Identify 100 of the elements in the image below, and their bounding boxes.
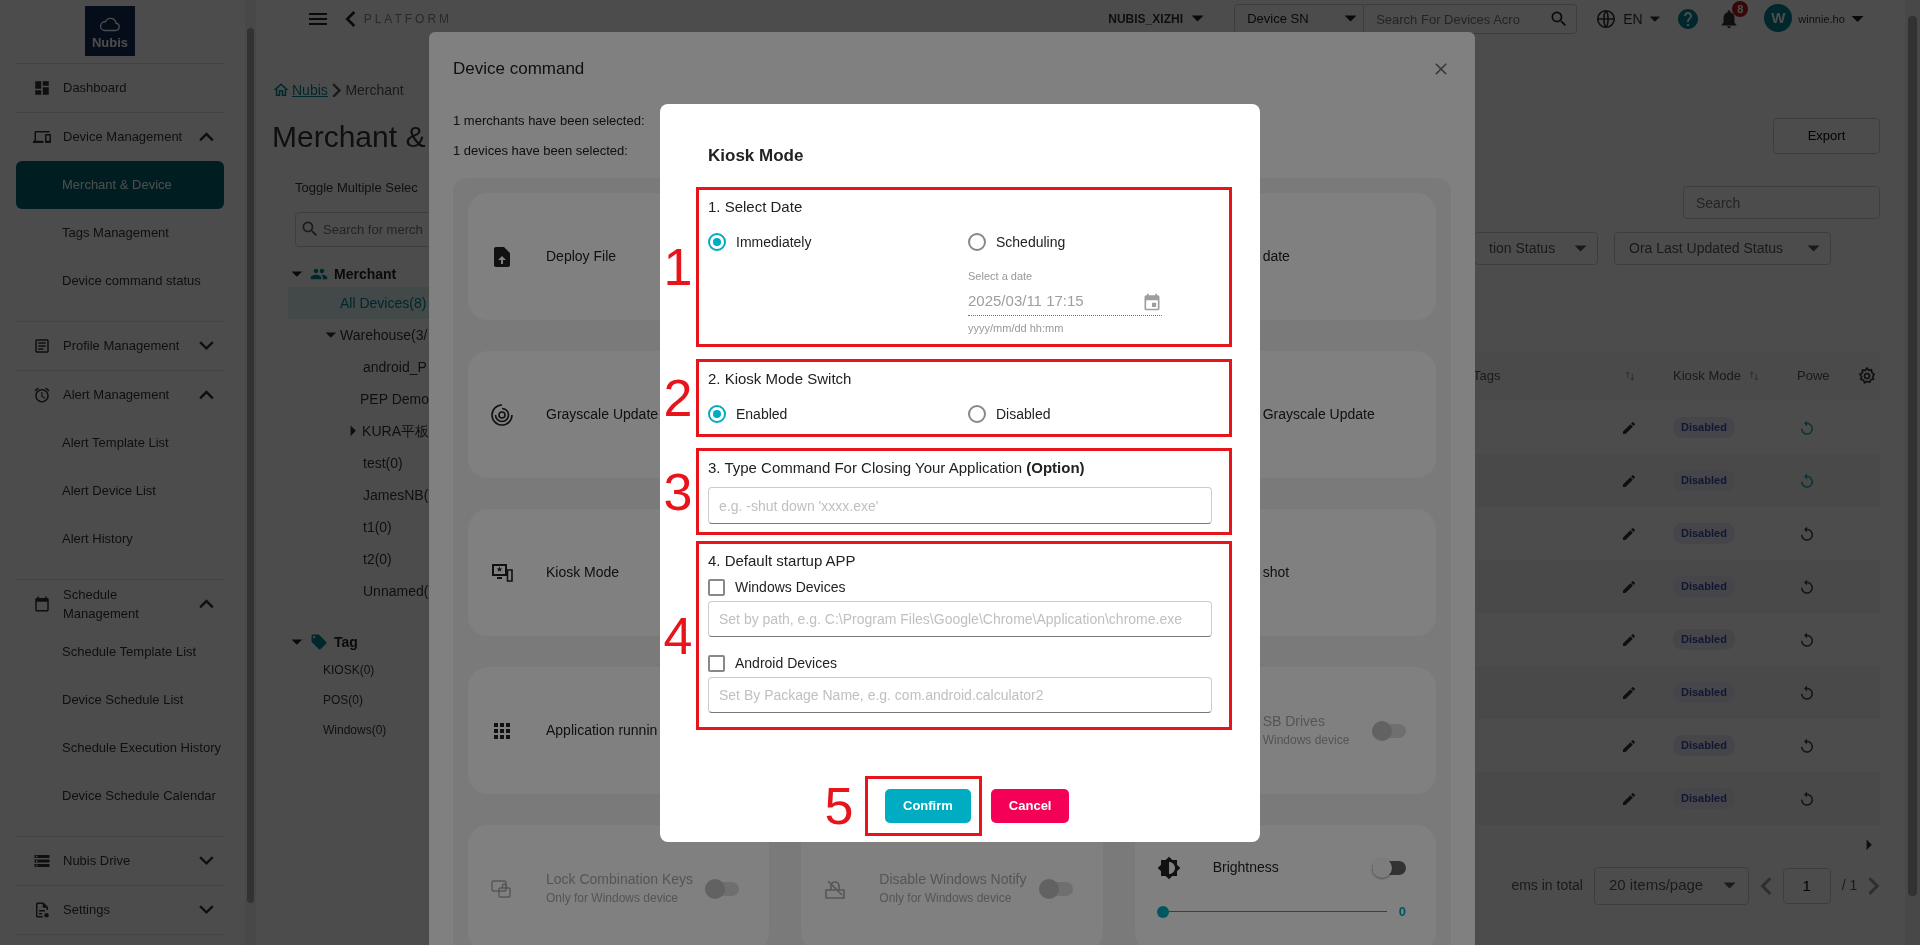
command-field[interactable]: e.g. -shut down 'xxxx.exe' [708,487,1212,524]
edit-icon[interactable] [1621,790,1637,807]
chevron-down-icon[interactable] [199,341,214,351]
tree-item[interactable]: t2(0) [288,543,429,575]
chevron-up-icon[interactable] [199,599,214,609]
tree-item[interactable]: KURA平板 [288,415,429,447]
edit-icon[interactable] [1621,684,1637,701]
home-icon [272,81,290,99]
toggle-switch[interactable] [1372,857,1406,878]
sidebar-item[interactable]: Alert Management [16,371,224,419]
tree-item[interactable]: android_P [288,351,429,383]
tree-item[interactable]: t1(0) [288,511,429,543]
sidebar-subitem[interactable]: Device Schedule List [16,676,224,724]
caret-icon [1343,15,1358,23]
organization-select[interactable]: NUBIS_XIZHI [1108,4,1205,34]
sidebar-item[interactable]: Nubis Drive [16,837,224,885]
radio-button[interactable] [968,405,986,423]
command-card[interactable]: Brightness 0 [1134,825,1436,945]
confirm-button[interactable]: Confirm [885,789,971,823]
slider-thumb[interactable] [1156,905,1169,918]
sidebar-subitem[interactable]: Merchant & Device [16,161,224,209]
refresh-icon[interactable] [1798,736,1816,755]
scrollbar[interactable] [1905,0,1920,945]
edit-icon[interactable] [1621,525,1637,542]
logo[interactable]: Nubis [85,6,135,56]
radio-button[interactable] [708,233,726,251]
calendar-icon [33,595,51,613]
chevron-right-icon [331,82,342,98]
sidebar-subitem[interactable]: Device Schedule Calendar [16,772,224,820]
refresh-icon[interactable] [1798,577,1816,596]
radio-button[interactable] [968,233,986,251]
tree-item[interactable]: All Devices(8) [288,287,429,319]
edit-icon[interactable] [1621,472,1637,489]
caret-down-icon[interactable] [291,638,303,646]
path-field[interactable]: Set By Package Name, e.g. com.android.calculator2 [708,677,1212,713]
checkbox[interactable] [708,578,725,596]
tree-item[interactable]: Warehouse(3/ [288,319,429,351]
tree-item[interactable]: Unnamed( [288,575,429,607]
caret-icon [1573,244,1587,253]
sidebar-item[interactable]: Schedule Management [16,580,224,628]
card-title: Kiosk Mode [546,562,620,582]
cancel-button[interactable]: Cancel [990,789,1070,823]
edit-icon[interactable] [1621,578,1637,595]
caret-down-icon[interactable] [325,331,337,339]
caret-icon [1806,244,1820,253]
page-input[interactable]: 1 [1782,867,1831,904]
tree-item[interactable]: Windows(0) [288,715,429,745]
sidebar-item[interactable]: Device Management [16,113,224,161]
breadcrumb-link[interactable]: Nubis [272,79,328,101]
refresh-icon[interactable] [1798,471,1816,490]
caret-right-icon[interactable] [350,425,357,437]
chevron-up-icon[interactable] [199,132,214,142]
refresh-icon[interactable] [1798,683,1816,702]
field-hint: yyyy/mm/dd hh:mm [968,320,1065,336]
refresh-icon[interactable] [1798,524,1816,543]
edit-icon[interactable] [1621,737,1637,754]
edit-icon[interactable] [1621,419,1637,436]
checkbox[interactable] [708,654,725,672]
refresh-icon[interactable] [1798,630,1816,649]
tree-item[interactable]: JamesNB( [288,479,429,511]
chevron-down-icon[interactable] [199,905,214,915]
refresh-icon[interactable] [1798,789,1816,808]
caret-icon [1722,882,1736,890]
toggle-label: Toggle Multiple Selec [295,179,419,197]
tree-item[interactable]: PEP Demo [288,383,429,415]
next-page-icon[interactable] [1868,876,1880,895]
sidebar-subitem[interactable]: Alert Template List [16,419,224,467]
card-title: Grayscale Update [1262,404,1375,424]
path-field[interactable]: Set by path, e.g. C:\Program Files\Google\Chrome\Application\chrome.exe [708,601,1212,637]
sidebar-item[interactable]: Dashboard [16,64,224,112]
scrollbar[interactable] [245,0,256,945]
option-label[interactable]: Disabled [996,403,1051,425]
scroll-right-icon[interactable] [1865,839,1872,851]
search-type-select[interactable]: Device SN [1234,4,1365,34]
settings-icon[interactable] [1857,366,1877,386]
logo-text: Nubis [91,35,129,49]
tree-item[interactable]: KIOSK(0) [288,655,429,685]
sidebar-subitem[interactable]: Device command status [16,257,224,305]
edit-icon[interactable] [1621,631,1637,648]
sidebar-subitem[interactable]: Alert Device List [16,467,224,515]
page-title: Merchant & [272,118,426,155]
avatar[interactable]: W [1764,4,1793,32]
sidebar-item[interactable]: Settings [16,886,224,934]
tree-item[interactable]: test(0) [288,447,429,479]
caret-down-icon[interactable] [291,270,303,278]
sidebar-subitem[interactable]: Schedule Template List [16,628,224,676]
refresh-icon[interactable] [1798,418,1816,437]
sidebar-subitem[interactable]: Alert History [16,515,224,563]
previous-page-icon[interactable] [1760,876,1772,895]
tree-item[interactable]: POS(0) [288,685,429,715]
sidebar-subitem[interactable]: Tags Management [16,209,224,257]
sidebar-subitem[interactable]: Schedule Execution History [16,724,224,772]
export-button[interactable]: Export [1773,118,1880,154]
brightness-icon [1156,855,1181,880]
option-label[interactable]: Scheduling [996,231,1066,253]
sidebar-item[interactable]: Profile Management [16,322,224,370]
language-select[interactable]: EN [1595,4,1661,34]
chevron-down-icon[interactable] [199,856,214,866]
chevron-up-icon[interactable] [199,390,214,400]
radio-button[interactable] [708,405,726,423]
